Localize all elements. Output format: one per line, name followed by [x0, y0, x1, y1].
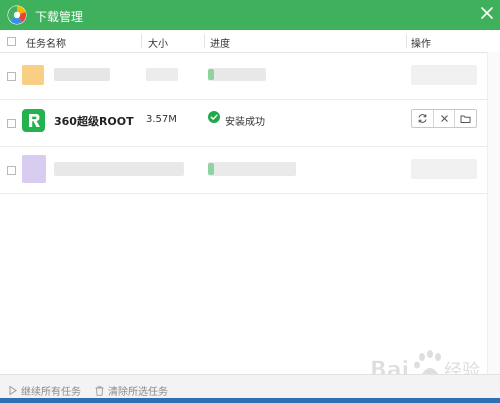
- delete-button[interactable]: [434, 110, 456, 127]
- progress-obscured: [208, 68, 266, 81]
- file-size: 3.57M: [146, 114, 177, 125]
- app-name-obscured: [54, 68, 110, 81]
- app-icon-obscured: [22, 155, 46, 183]
- row-checkbox[interactable]: [7, 72, 16, 81]
- table-row[interactable]: [0, 147, 487, 194]
- app-icon: [22, 109, 45, 132]
- table-row[interactable]: 360超级ROOT 3.57M 安装成功: [0, 100, 487, 147]
- table-header: 任务名称 大小 进度 操作: [0, 30, 500, 53]
- column-divider[interactable]: [141, 34, 142, 48]
- table-row[interactable]: [0, 53, 487, 100]
- column-header-size[interactable]: 大小: [148, 35, 168, 50]
- app-logo-icon: [7, 5, 27, 25]
- success-check-icon: [208, 111, 220, 123]
- app-icon-obscured: [22, 65, 44, 85]
- progress-fill-obscured: [208, 163, 214, 175]
- row-checkbox[interactable]: [7, 166, 16, 175]
- row-actions: [411, 109, 477, 128]
- progress-fill-obscured: [208, 69, 214, 80]
- select-all-checkbox[interactable]: [7, 37, 16, 46]
- download-manager-window: 下载管理 任务名称 大小 进度 操作 360超级ROOT 3.57M 安装成功 …: [0, 0, 500, 403]
- window-title: 下载管理: [35, 10, 84, 24]
- trash-icon: [95, 385, 104, 396]
- size-obscured: [146, 68, 178, 81]
- column-header-name[interactable]: 任务名称: [26, 35, 66, 50]
- title-bar: 下载管理: [0, 0, 500, 30]
- app-name: 360超级ROOT: [54, 115, 134, 128]
- column-header-progress[interactable]: 进度: [210, 35, 230, 50]
- continue-all-label: 继续所有任务: [21, 387, 81, 398]
- column-header-ops[interactable]: 操作: [411, 35, 431, 50]
- folder-icon: [460, 115, 471, 123]
- clear-selected-label: 清除所选任务: [108, 387, 168, 398]
- retry-icon: [418, 114, 427, 123]
- vertical-scrollbar[interactable]: [487, 52, 500, 374]
- delete-icon: [440, 115, 448, 122]
- continue-all-button[interactable]: 继续所有任务: [9, 383, 81, 398]
- clear-selected-button[interactable]: 清除所选任务: [95, 383, 168, 398]
- ops-obscured: [411, 159, 477, 179]
- row-checkbox[interactable]: [7, 119, 16, 128]
- close-icon[interactable]: [476, 2, 498, 24]
- app-name-obscured: [54, 162, 184, 176]
- status-text: 安装成功: [225, 117, 265, 128]
- open-folder-button[interactable]: [455, 110, 476, 127]
- progress-obscured: [208, 162, 296, 176]
- ops-obscured: [411, 65, 477, 85]
- play-icon: [9, 386, 17, 395]
- retry-button[interactable]: [412, 110, 434, 127]
- column-divider[interactable]: [406, 34, 407, 48]
- 360-root-app-icon: [29, 114, 40, 127]
- taskbar-strip: [0, 398, 500, 403]
- column-divider[interactable]: [204, 34, 205, 48]
